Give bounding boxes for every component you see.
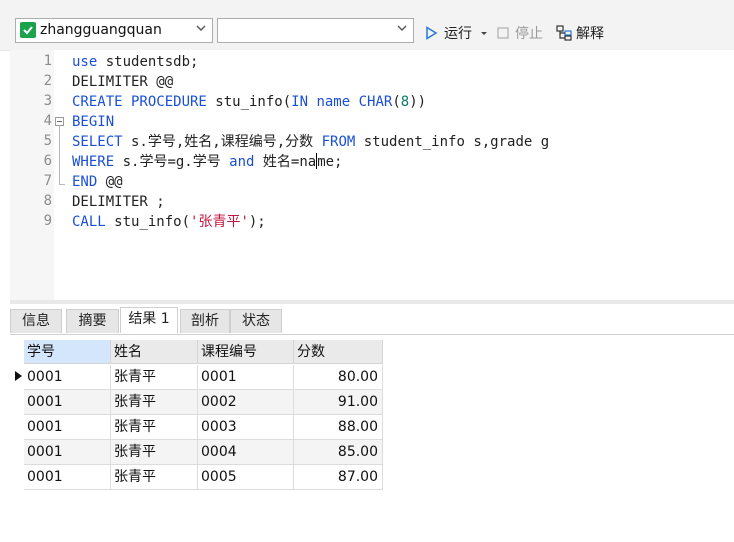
result-grid: 学号 姓名 课程编号 分数 0001 张青平 0001 80.00 0001 张… xyxy=(24,338,384,492)
database-icon xyxy=(20,22,36,38)
code-line-2: DELIMITER @@ xyxy=(72,74,174,90)
code-line-7: END @@ xyxy=(72,174,123,190)
table-cell[interactable]: 0001 xyxy=(198,365,294,390)
table-cell[interactable]: 张青平 xyxy=(111,440,198,465)
stop-icon xyxy=(497,27,509,39)
tab-status[interactable]: 状态 xyxy=(230,309,282,333)
column-header-score[interactable]: 分数 xyxy=(294,340,383,364)
top-menu-strip xyxy=(0,0,734,14)
explain-button[interactable]: 解释 xyxy=(556,23,604,43)
line-number: 6 xyxy=(43,153,52,169)
fold-guide xyxy=(59,126,60,185)
tab-info[interactable]: 信息 xyxy=(10,309,62,333)
table-cell[interactable]: 87.00 xyxy=(294,465,383,490)
fold-collapse-icon[interactable] xyxy=(55,117,64,126)
table-cell[interactable]: 张青平 xyxy=(111,390,198,415)
row-selector-column xyxy=(10,338,24,538)
schema-selector[interactable] xyxy=(217,18,414,43)
chevron-down-icon xyxy=(196,25,206,31)
column-header-name[interactable]: 姓名 xyxy=(111,340,198,364)
table-cell[interactable]: 0001 xyxy=(24,365,111,390)
result-tabs: 信息 摘要 结果 1 剖析 状态 xyxy=(10,306,734,335)
line-number: 9 xyxy=(43,213,52,229)
code-line-8: DELIMITER ; xyxy=(72,194,165,210)
column-header-student-id[interactable]: 学号 xyxy=(24,340,111,364)
table-cell[interactable]: 张青平 xyxy=(111,415,198,440)
stop-button[interactable]: 停止 xyxy=(497,23,543,43)
sql-editor[interactable]: 1 2 3 4 5 6 7 8 9 use studentsdb; DELIMI… xyxy=(10,50,734,300)
line-number: 5 xyxy=(43,133,52,149)
fold-guide-end xyxy=(59,184,65,185)
query-toolbar: zhangguangquan 运行 停止 解释 xyxy=(0,14,734,51)
tab-summary[interactable]: 摘要 xyxy=(66,309,119,333)
table-cell[interactable]: 0001 xyxy=(24,390,111,415)
code-line-3: CREATE PROCEDURE stu_info(IN name CHAR(8… xyxy=(72,94,427,110)
line-number: 2 xyxy=(43,73,52,89)
code-line-9: CALL stu_info('张青平'); xyxy=(72,214,266,230)
table-cell[interactable]: 0001 xyxy=(24,440,111,465)
table-cell[interactable]: 0002 xyxy=(198,390,294,415)
text-cursor xyxy=(316,153,318,169)
table-cell[interactable]: 85.00 xyxy=(294,440,383,465)
code-line-5: SELECT s.学号,姓名,课程编号,分数 FROM student_info… xyxy=(72,134,550,150)
run-button[interactable]: 运行 xyxy=(424,23,488,43)
table-cell[interactable]: 0001 xyxy=(24,415,111,440)
table-cell[interactable]: 0004 xyxy=(198,440,294,465)
run-label: 运行 xyxy=(444,26,472,42)
table-cell[interactable]: 张青平 xyxy=(111,465,198,490)
database-selector[interactable]: zhangguangquan xyxy=(15,18,213,43)
table-cell[interactable]: 80.00 xyxy=(294,365,383,390)
chevron-down-icon xyxy=(397,25,407,31)
table-cell[interactable]: 0003 xyxy=(198,415,294,440)
line-number: 7 xyxy=(43,173,52,189)
column-header-course-id[interactable]: 课程编号 xyxy=(198,340,294,364)
stop-label: 停止 xyxy=(515,26,543,42)
table-cell[interactable]: 张青平 xyxy=(111,365,198,390)
play-icon xyxy=(426,26,438,40)
current-row-arrow-icon xyxy=(15,371,22,381)
line-number: 8 xyxy=(43,193,52,209)
table-cell[interactable]: 0001 xyxy=(24,465,111,490)
tab-profile[interactable]: 剖析 xyxy=(180,309,230,333)
line-number: 3 xyxy=(43,93,52,109)
code-line-6: WHERE s.学号=g.学号 and 姓名=name; xyxy=(72,153,343,170)
line-number-gutter: 1 2 3 4 5 6 7 8 9 xyxy=(10,50,54,300)
tab-result-1[interactable]: 结果 1 xyxy=(120,307,178,333)
table-cell[interactable]: 0005 xyxy=(198,465,294,490)
code-line-1: use studentsdb; xyxy=(72,54,199,70)
explain-icon xyxy=(556,25,572,41)
pane-splitter[interactable] xyxy=(10,300,734,304)
explain-label: 解释 xyxy=(576,26,604,42)
table-cell[interactable]: 88.00 xyxy=(294,415,383,440)
line-number: 1 xyxy=(43,53,52,69)
database-name: zhangguangquan xyxy=(40,22,162,38)
table-cell[interactable]: 91.00 xyxy=(294,390,383,415)
line-number: 4 xyxy=(43,113,52,129)
caret-down-icon xyxy=(481,32,487,35)
code-line-4: BEGIN xyxy=(72,114,115,130)
